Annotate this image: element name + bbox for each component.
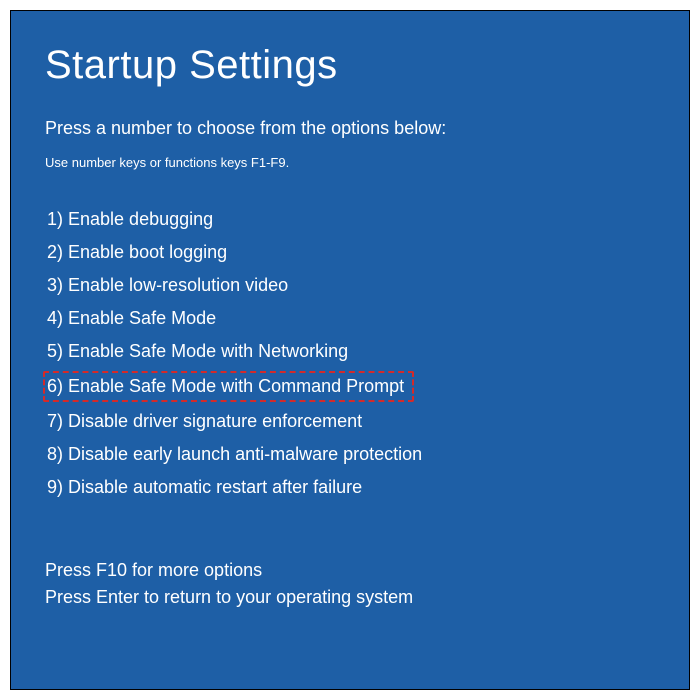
footer-line-return: Press Enter to return to your operating … [45,584,413,611]
hint-text: Use number keys or functions keys F1-F9. [45,155,655,170]
option-2[interactable]: 2) Enable boot logging [45,239,229,266]
option-label: 6) Enable Safe Mode with Command Prompt [47,376,404,396]
option-label: 4) Enable Safe Mode [47,308,216,328]
startup-settings-screen: Startup Settings Press a number to choos… [10,10,690,690]
option-label: 7) Disable driver signature enforcement [47,411,362,431]
option-label: 3) Enable low-resolution video [47,275,288,295]
option-label: 8) Disable early launch anti-malware pro… [47,444,422,464]
option-4[interactable]: 4) Enable Safe Mode [45,305,218,332]
option-9[interactable]: 9) Disable automatic restart after failu… [45,474,364,501]
option-3[interactable]: 3) Enable low-resolution video [45,272,290,299]
option-8[interactable]: 8) Disable early launch anti-malware pro… [45,441,424,468]
option-7[interactable]: 7) Disable driver signature enforcement [45,408,364,435]
startup-options-list: 1) Enable debugging 2) Enable boot loggi… [45,206,655,501]
page-title: Startup Settings [45,43,655,88]
instruction-text: Press a number to choose from the option… [45,118,655,139]
option-6[interactable]: 6) Enable Safe Mode with Command Prompt [43,371,414,402]
option-label: 2) Enable boot logging [47,242,227,262]
option-label: 1) Enable debugging [47,209,213,229]
footer-line-more-options: Press F10 for more options [45,557,413,584]
option-1[interactable]: 1) Enable debugging [45,206,215,233]
footer: Press F10 for more options Press Enter t… [45,557,413,611]
option-5[interactable]: 5) Enable Safe Mode with Networking [45,338,350,365]
option-label: 9) Disable automatic restart after failu… [47,477,362,497]
option-label: 5) Enable Safe Mode with Networking [47,341,348,361]
